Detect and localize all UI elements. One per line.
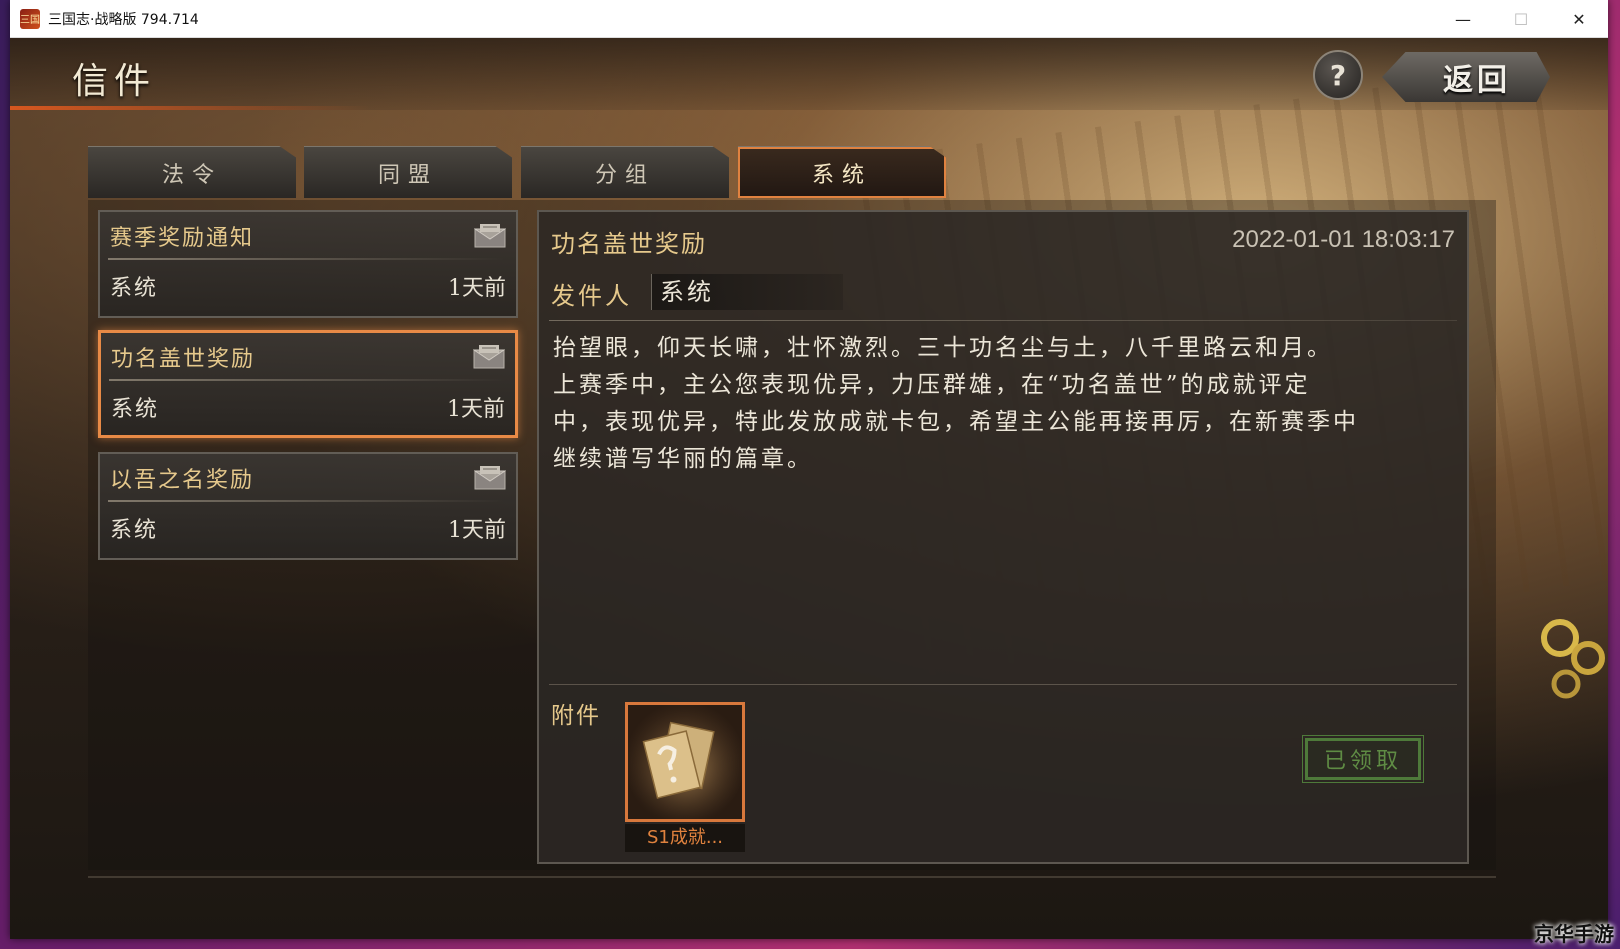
mail-body-line: 中，表现优异，特此发放成就卡包，希望主公能再接再厉，在新赛季中 — [553, 409, 1359, 435]
mail-time: 1天前 — [448, 518, 506, 543]
mail-sender: 系统 — [110, 276, 159, 301]
mail-list-item-selected[interactable]: 功名盖世奖励 系统 1天前 — [98, 330, 518, 438]
gold-coins-decoration — [1541, 619, 1605, 699]
mail-detail-date: 2022-01-01 18:03:17 — [1232, 226, 1455, 253]
mail-body-line: 抬望眼，仰天长啸，壮怀激烈。三十功名尘与土，八千里路云和月。 — [553, 335, 1333, 361]
mail-sender: 系统 — [110, 518, 159, 543]
window-controls: — ☐ ✕ — [1434, 0, 1608, 38]
envelope-icon — [473, 345, 505, 369]
attachment-caption: S1成就... — [625, 824, 745, 852]
mail-time: 1天前 — [448, 276, 506, 301]
envelope-icon — [474, 224, 506, 248]
mail-detail-panel: 功名盖世奖励 2022-01-01 18:03:17 发件人 系统 抬望眼，仰天… — [537, 210, 1469, 864]
tab-alliance[interactable]: 同盟 — [304, 146, 512, 198]
minimize-button[interactable]: — — [1434, 0, 1492, 38]
game-viewport: 信件 ? 返回 法令 同盟 分组 系统 赛季奖励通知 系统 1天前 功名盖世奖励… — [10, 38, 1608, 939]
window-titlebar: 三国 三国志·战略版 794.714 — ☐ ✕ — [10, 0, 1608, 38]
tab-label: 同盟 — [377, 162, 438, 188]
detail-divider — [549, 320, 1457, 321]
mail-time: 1天前 — [447, 397, 505, 422]
close-button[interactable]: ✕ — [1550, 0, 1608, 38]
mail-detail-title: 功名盖世奖励 — [551, 230, 707, 258]
mail-sender: 系统 — [111, 397, 160, 422]
header-band — [10, 38, 1608, 110]
tab-label: 法令 — [161, 162, 222, 188]
header-glow — [10, 106, 370, 110]
app-icon: 三国 — [20, 8, 40, 29]
bottom-divider — [88, 876, 1496, 878]
attachment-label: 附件 — [551, 703, 601, 729]
mail-body-line: 继续谱写华丽的篇章。 — [553, 446, 813, 472]
tab-label: 分组 — [594, 162, 655, 188]
maximize-button[interactable]: ☐ — [1492, 0, 1550, 38]
tab-label: 系统 — [811, 162, 872, 188]
card-pack-icon — [628, 705, 742, 819]
tab-decree[interactable]: 法令 — [88, 146, 296, 198]
sender-value: 系统 — [651, 274, 843, 310]
window-title: 三国志·战略版 794.714 — [48, 11, 199, 28]
mail-divider — [108, 258, 504, 260]
mail-list-item[interactable]: 以吾之名奖励 系统 1天前 — [98, 452, 518, 560]
mail-body: 抬望眼，仰天长啸，壮怀激烈。三十功名尘与土，八千里路云和月。 上赛季中，主公您表… — [553, 330, 1453, 478]
mail-list-item[interactable]: 赛季奖励通知 系统 1天前 — [98, 210, 518, 318]
mail-divider — [108, 500, 504, 502]
mail-divider — [109, 379, 505, 381]
game-window: 三国 三国志·战略版 794.714 — ☐ ✕ 信件 ? 返回 法令 同盟 分… — [10, 0, 1608, 939]
watermark: 京华手游 — [1534, 922, 1614, 946]
tab-group[interactable]: 分组 — [521, 146, 729, 198]
claimed-stamp: 已领取 — [1302, 735, 1424, 783]
back-button-label: 返回 — [1443, 63, 1511, 98]
attachment-divider — [549, 684, 1457, 685]
page-title: 信件 — [72, 61, 157, 102]
sender-label: 发件人 — [551, 282, 632, 310]
envelope-icon — [474, 466, 506, 490]
mail-title: 功名盖世奖励 — [111, 347, 256, 372]
mail-body-line: 上赛季中，主公您表现优异，力压群雄，在“功名盖世”的成就评定 — [553, 372, 1311, 398]
mail-title: 赛季奖励通知 — [110, 226, 255, 251]
sender-row: 发件人 系统 — [549, 274, 849, 312]
tab-system[interactable]: 系统 — [738, 146, 946, 198]
back-button[interactable]: 返回 — [1382, 52, 1550, 102]
mail-title: 以吾之名奖励 — [110, 468, 255, 493]
attachment-item[interactable] — [625, 702, 745, 822]
help-button[interactable]: ? — [1313, 50, 1363, 100]
